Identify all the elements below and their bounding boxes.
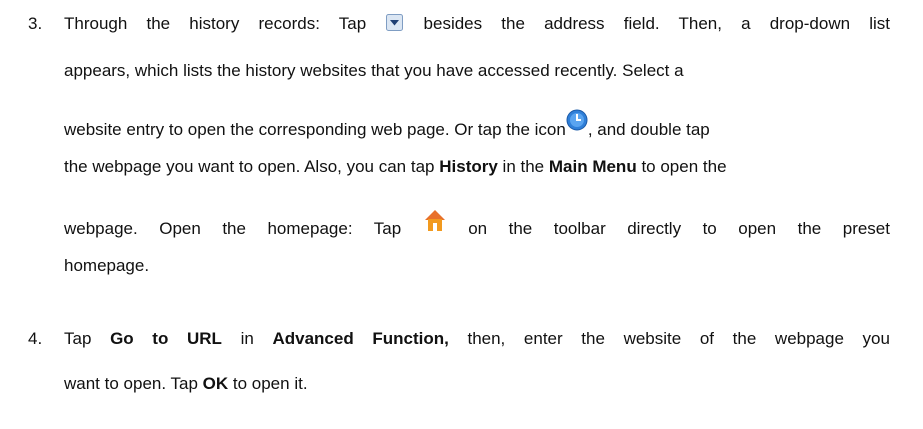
paragraph-line: the webpage you want to open. Also, you … bbox=[64, 157, 727, 176]
home-icon bbox=[424, 210, 445, 231]
paragraph-line: Through the history records: Tap besides… bbox=[64, 14, 890, 33]
dropdown-arrow-icon bbox=[386, 14, 404, 31]
paragraph-line: Tap Go to URL in Advanced Function, then… bbox=[64, 329, 890, 348]
list-number: 4. bbox=[28, 329, 43, 348]
paragraph-line: website entry to open the corresponding … bbox=[64, 109, 710, 140]
list-number: 3. bbox=[28, 14, 43, 33]
paragraph-line: homepage. bbox=[64, 256, 150, 275]
paragraph-line: want to open. Tap OK to open it. bbox=[64, 374, 308, 393]
history-clock-icon bbox=[566, 109, 588, 131]
paragraph-line: appears, which lists the history website… bbox=[64, 61, 684, 80]
paragraph-line: webpage. Open the homepage: Tap on the t… bbox=[64, 208, 890, 239]
